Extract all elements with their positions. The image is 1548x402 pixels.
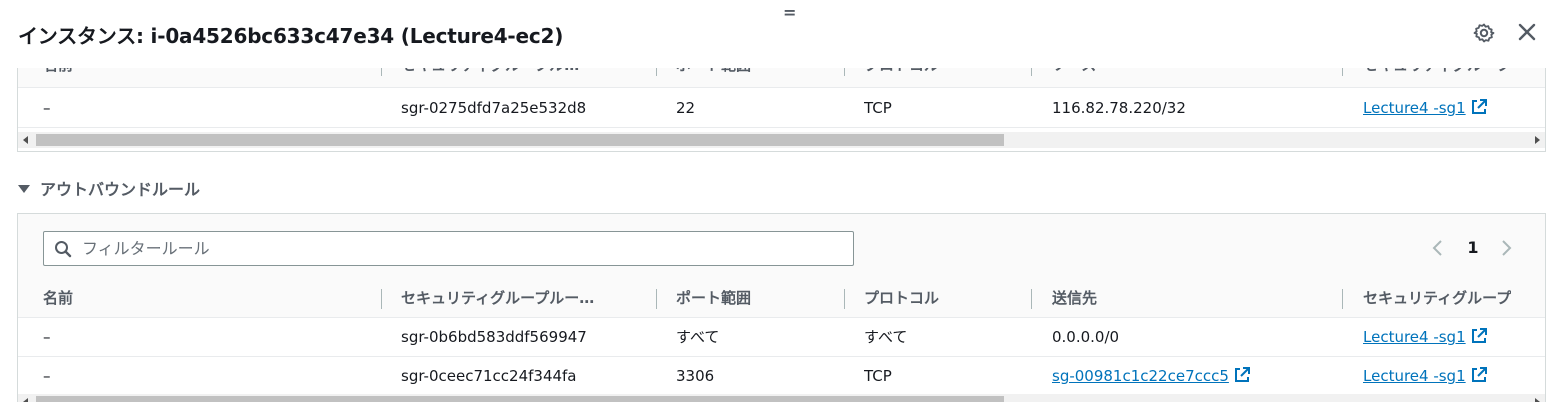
chevron-left-icon[interactable] xyxy=(1428,236,1448,260)
protocol: TCP xyxy=(864,367,892,385)
security-group-cell: Lecture4 -sg1 xyxy=(1363,357,1488,395)
external-link-icon[interactable] xyxy=(1233,366,1251,384)
protocol: すべて xyxy=(864,328,908,346)
security-group-link[interactable]: Lecture4 -sg1 xyxy=(1363,328,1466,346)
scroll-right-arrow[interactable] xyxy=(1535,136,1540,144)
rule-name: – xyxy=(43,367,51,385)
caret-down-icon xyxy=(18,185,30,193)
scroll-right-arrow[interactable] xyxy=(1535,398,1540,402)
destination-group-link[interactable]: sg-00981c1c22ce7ccc5 xyxy=(1052,367,1229,385)
scroll-left-arrow[interactable] xyxy=(23,136,28,144)
gear-icon[interactable] xyxy=(1472,21,1496,45)
scroll-left-arrow[interactable] xyxy=(23,398,28,402)
chevron-right-icon[interactable] xyxy=(1496,236,1516,260)
outbound-rules-toggle[interactable]: アウトバウンドルール xyxy=(18,176,201,199)
column-header-destination[interactable]: 送信先 xyxy=(1052,279,1097,317)
outbound-rules-table: 1 名前 セキュリティグループルー… ポート範囲 プロトコル 送信先 セキュリテ… xyxy=(17,213,1546,402)
external-link-icon[interactable] xyxy=(1470,98,1488,116)
panel-header: = インスタンス: i-0a4526bc633c47e34 (Lecture4-… xyxy=(0,0,1548,68)
security-group-cell: Lecture4 -sg1 xyxy=(1363,89,1488,127)
protocol: TCP xyxy=(864,99,892,117)
security-group-link[interactable]: Lecture4 -sg1 xyxy=(1363,99,1466,117)
rule-name: – xyxy=(43,99,51,117)
rule-id: sgr-0275dfd7a25e532d8 xyxy=(401,99,587,117)
destination-cell: sg-00981c1c22ce7ccc5 xyxy=(1052,357,1251,395)
source: 116.82.78.220/32 xyxy=(1052,99,1186,117)
destination: 0.0.0.0/0 xyxy=(1052,328,1120,346)
page-number[interactable]: 1 xyxy=(1466,236,1480,260)
port-range: 22 xyxy=(676,99,696,117)
inbound-rules-table: 名前 セキュリティグループル… ポート範囲 プロトコル ソース セキュリティグル… xyxy=(17,50,1546,152)
scrollbar-thumb[interactable] xyxy=(36,396,1004,402)
rule-id: sgr-0ceec71cc24f344fa xyxy=(401,367,577,385)
filter-input[interactable] xyxy=(82,232,842,265)
scrollbar-thumb[interactable] xyxy=(36,134,1004,146)
table-row: – sgr-0ceec71cc24f344fa 3306 TCP sg-0098… xyxy=(18,357,1545,396)
close-icon[interactable] xyxy=(1515,20,1539,44)
column-header-port[interactable]: ポート範囲 xyxy=(676,279,751,317)
table-row: – sgr-0b6bd583ddf569947 すべて すべて 0.0.0.0/… xyxy=(18,318,1545,357)
horizontal-scrollbar[interactable] xyxy=(18,394,1545,402)
rule-id: sgr-0b6bd583ddf569947 xyxy=(401,328,587,346)
search-icon xyxy=(55,241,72,258)
resize-handle[interactable]: = xyxy=(783,5,796,21)
external-link-icon[interactable] xyxy=(1470,327,1488,345)
port-range: すべて xyxy=(676,328,720,346)
column-header-security-group[interactable]: セキュリティグループ xyxy=(1363,279,1511,317)
security-group-link[interactable]: Lecture4 -sg1 xyxy=(1363,367,1466,385)
column-header-name[interactable]: 名前 xyxy=(43,279,73,317)
column-header-protocol[interactable]: プロトコル xyxy=(864,279,939,317)
column-header-rule-id[interactable]: セキュリティグループルー… xyxy=(401,279,594,317)
port-range: 3306 xyxy=(676,367,715,385)
filter-field[interactable] xyxy=(43,231,854,266)
section-title: アウトバウンドルール xyxy=(40,180,201,199)
column-resizer[interactable] xyxy=(844,289,845,309)
security-group-cell: Lecture4 -sg1 xyxy=(1363,318,1488,356)
external-link-icon[interactable] xyxy=(1470,366,1488,384)
column-resizer[interactable] xyxy=(381,289,382,309)
horizontal-scrollbar[interactable] xyxy=(18,132,1545,148)
table-row: – sgr-0275dfd7a25e532d8 22 TCP 116.82.78… xyxy=(18,89,1545,128)
column-resizer[interactable] xyxy=(1031,289,1032,309)
table-header-row: 名前 セキュリティグループルー… ポート範囲 プロトコル 送信先 セキュリティグ… xyxy=(18,279,1545,318)
column-resizer[interactable] xyxy=(1342,289,1343,309)
rule-name: – xyxy=(43,328,51,346)
column-resizer[interactable] xyxy=(656,289,657,309)
page-title: インスタンス: i-0a4526bc633c47e34 (Lecture4-ec… xyxy=(18,24,564,48)
